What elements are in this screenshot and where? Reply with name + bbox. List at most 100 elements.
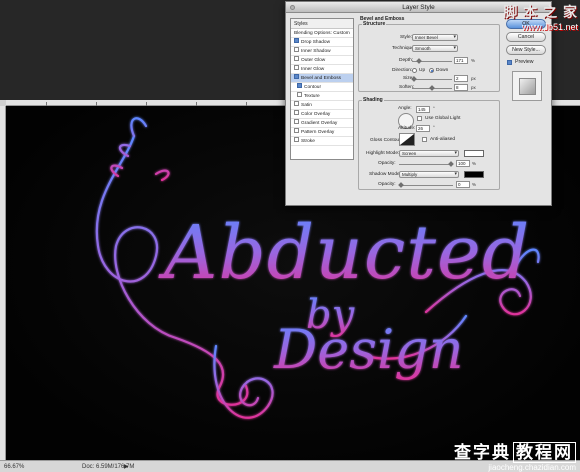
styles-list-label: Inner Shadow (301, 49, 331, 54)
styles-list-item[interactable]: Texture (291, 92, 353, 101)
styles-list-item[interactable]: Color Overlay (291, 110, 353, 119)
size-input[interactable]: 2 (454, 75, 468, 82)
styles-list-label: Outer Glow (301, 58, 326, 63)
styles-list-label: Texture (304, 94, 320, 99)
dialog-title: Layer Style (402, 4, 435, 11)
style-checkbox[interactable] (294, 101, 299, 107)
styles-list-label: Pattern Overlay (301, 130, 335, 135)
styles-list-item[interactable]: Drop Shadow (291, 38, 353, 47)
styles-list-label: Blending Options: Custom (294, 31, 350, 36)
style-checkbox[interactable] (297, 83, 302, 89)
altitude-input[interactable]: 26 (416, 125, 430, 132)
structure-title: Structure (362, 21, 387, 27)
highlight-opacity-unit: % (472, 161, 477, 166)
highlight-opacity-label: Opacity: (378, 161, 396, 166)
highlight-mode-label: Highlight Mode: (366, 151, 400, 156)
styles-list-item[interactable]: Pattern Overlay (291, 128, 353, 137)
shadow-opacity-label: Opacity: (378, 182, 396, 187)
watermark-top-url: www.Jb51.net (521, 22, 578, 32)
styles-list-item[interactable]: Blending Options: Custom (291, 29, 353, 38)
styles-list-item[interactable]: Contour (291, 83, 353, 92)
watermark-bottom-text: 查字典 教程网 (386, 438, 576, 463)
watermark-bottom: 查字典 教程网 jiaocheng.chazidian.com (386, 438, 576, 472)
technique-select[interactable]: Smooth (412, 45, 458, 52)
highlight-color-swatch[interactable] (464, 150, 484, 157)
watermark-bottom-url: jiaocheng.chazidian.com (488, 463, 576, 472)
highlight-opacity-input[interactable]: 100 (456, 160, 470, 167)
highlight-opacity-slider[interactable] (399, 161, 454, 167)
soften-slider[interactable] (412, 85, 452, 91)
angle-input[interactable]: 145 (416, 106, 430, 113)
style-checkbox[interactable] (294, 110, 299, 116)
depth-slider[interactable] (412, 58, 452, 64)
cancel-button[interactable]: Cancel (506, 32, 546, 42)
depth-unit: % (471, 58, 476, 63)
direction-down-radio[interactable] (429, 68, 434, 73)
artwork-line1: Abducted (158, 210, 530, 296)
preview-label: Preview (515, 59, 534, 65)
styles-list: Styles Blending Options: Custom Drop Shado… (290, 18, 354, 160)
styles-list-label: Stroke (301, 139, 315, 144)
styles-list-item[interactable]: Inner Glow (291, 65, 353, 74)
style-select[interactable]: Inner Bevel (412, 34, 458, 41)
styles-list-label: Inner Glow (301, 67, 325, 72)
style-checkbox[interactable] (294, 47, 299, 53)
anti-aliased-checkbox[interactable] (422, 137, 427, 142)
angle-unit: ° (433, 106, 435, 111)
styles-list-item[interactable]: Gradient Overlay (291, 119, 353, 128)
styles-list-header: Styles (291, 19, 353, 29)
status-menu-arrow[interactable]: ▶ (124, 463, 129, 470)
styles-list-label: Contour (304, 85, 322, 90)
artwork-line3: Design (273, 318, 464, 381)
style-label: Style: (400, 35, 412, 40)
watermark-top: 脚 本 之 家 www.Jb51.net (496, 2, 578, 32)
soften-unit: px (471, 85, 476, 90)
styles-list-item[interactable]: Outer Glow (291, 56, 353, 65)
zoom-level[interactable]: 66.67% (4, 464, 24, 470)
direction-up-radio[interactable] (412, 68, 417, 73)
new-style-button[interactable]: New Style... (506, 45, 546, 55)
styles-list-label: Color Overlay (301, 112, 331, 117)
shadow-color-swatch[interactable] (464, 171, 484, 178)
style-checkbox[interactable] (294, 128, 299, 134)
style-checkbox[interactable] (294, 38, 299, 44)
watermark-top-text: 脚 本 之 家 (503, 4, 578, 20)
size-slider[interactable] (411, 76, 452, 82)
shadow-mode-label: Shadow Mode: (369, 172, 401, 177)
close-window-icon[interactable] (290, 5, 295, 10)
direction-up-label: Up (419, 68, 426, 73)
use-global-light-checkbox[interactable] (417, 116, 422, 121)
shadow-mode-select[interactable]: Multiply (399, 171, 459, 178)
angle-label: Angle: (398, 106, 412, 111)
styles-list-label: Styles (294, 21, 308, 27)
styles-list-item[interactable]: Stroke (291, 137, 353, 146)
style-checkbox[interactable] (294, 65, 299, 71)
style-checkbox[interactable] (294, 56, 299, 62)
watermark-bottom-text-b: 教程网 (513, 442, 576, 463)
watermark-bottom-text-a: 查字典 (454, 443, 511, 462)
style-preview-swatch (519, 78, 536, 95)
direction-down-label: Down (436, 68, 449, 73)
size-unit: px (471, 76, 476, 81)
bottom-swirl (213, 344, 274, 419)
shading-title: Shading (362, 97, 384, 103)
shadow-opacity-slider[interactable] (398, 182, 453, 188)
soften-input[interactable]: 8 (454, 84, 468, 91)
preview-checkbox[interactable] (507, 60, 512, 65)
depth-input[interactable]: 171 (454, 57, 468, 64)
style-checkbox[interactable] (294, 119, 299, 125)
shadow-opacity-unit: % (472, 182, 477, 187)
style-checkbox[interactable] (294, 137, 299, 143)
styles-list-label: Gradient Overlay (301, 121, 338, 126)
altitude-unit: ° (433, 125, 435, 130)
style-checkbox[interactable] (294, 74, 299, 80)
styles-list-item[interactable]: Satin (291, 101, 353, 110)
styles-list-label: Satin (301, 103, 312, 108)
styles-list-item[interactable]: Bevel and Emboss (291, 74, 353, 83)
gloss-contour-picker[interactable] (399, 133, 415, 146)
contour-curve-icon (400, 134, 414, 145)
styles-list-item[interactable]: Inner Shadow (291, 47, 353, 56)
style-checkbox[interactable] (297, 92, 302, 98)
highlight-mode-select[interactable]: Screen (399, 150, 459, 157)
shadow-opacity-input[interactable]: 0 (456, 181, 470, 188)
